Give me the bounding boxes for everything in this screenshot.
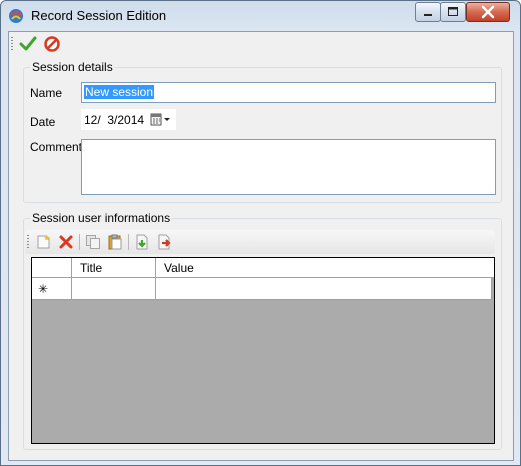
copy-icon — [86, 235, 100, 249]
toolbar-separator — [79, 234, 80, 250]
new-icon — [37, 235, 50, 249]
app-icon — [9, 9, 23, 23]
copy-button[interactable] — [83, 232, 103, 252]
paste-icon — [108, 234, 122, 250]
date-value: 12/ 3/2014 — [84, 113, 145, 127]
export-button[interactable] — [154, 232, 174, 252]
import-button[interactable] — [132, 232, 152, 252]
name-field[interactable]: New session — [81, 82, 496, 103]
info-toolbar — [25, 230, 495, 254]
checkmark-icon — [19, 36, 37, 51]
date-picker[interactable]: 12/ 3/2014 — [81, 109, 176, 130]
toolbar-separator — [128, 234, 129, 250]
name-label: Name — [30, 86, 63, 100]
paste-button[interactable] — [105, 232, 125, 252]
cancel-icon — [44, 36, 60, 52]
user-info-grid[interactable]: Title Value ✳ — [31, 257, 495, 444]
comment-label: Comment — [30, 140, 83, 154]
maximize-button[interactable] — [440, 2, 466, 22]
column-header-value[interactable]: Value — [156, 258, 494, 278]
import-icon — [136, 234, 148, 250]
date-label: Date — [30, 115, 56, 129]
grid-header-row: Title Value — [32, 258, 494, 278]
record-session-window: Record Session Edition Session details N… — [0, 0, 521, 466]
new-row-button[interactable] — [34, 232, 54, 252]
comment-field[interactable] — [81, 139, 496, 195]
new-row[interactable]: ✳ — [32, 278, 494, 300]
column-header-title[interactable]: Title — [72, 258, 156, 278]
maximize-icon — [448, 7, 458, 16]
dialog-client-area: Session details Name New session Date 12… — [8, 31, 514, 461]
row-header-corner — [32, 258, 72, 278]
new-row-title-cell[interactable] — [72, 278, 156, 300]
delete-icon — [59, 235, 73, 249]
delete-row-button[interactable] — [56, 232, 76, 252]
info-toolbar-grip[interactable] — [27, 235, 29, 249]
minimize-button[interactable] — [415, 2, 441, 22]
session-details-title: Session details — [30, 60, 115, 74]
close-icon — [481, 5, 495, 19]
new-row-marker: ✳ — [32, 278, 72, 300]
session-user-info-title: Session user informations — [30, 211, 173, 225]
new-row-value-cell[interactable] — [156, 278, 492, 300]
export-icon — [158, 234, 171, 250]
title-bar[interactable]: Record Session Edition — [1, 1, 520, 31]
window-title: Record Session Edition — [31, 8, 167, 23]
calendar-dropdown-icon[interactable] — [150, 113, 174, 127]
minimize-icon — [424, 14, 432, 16]
toolbar-grip[interactable] — [11, 37, 13, 51]
cancel-button[interactable] — [42, 34, 62, 54]
ok-button[interactable] — [18, 34, 38, 54]
name-value: New session — [84, 85, 155, 99]
close-button[interactable] — [466, 2, 510, 22]
